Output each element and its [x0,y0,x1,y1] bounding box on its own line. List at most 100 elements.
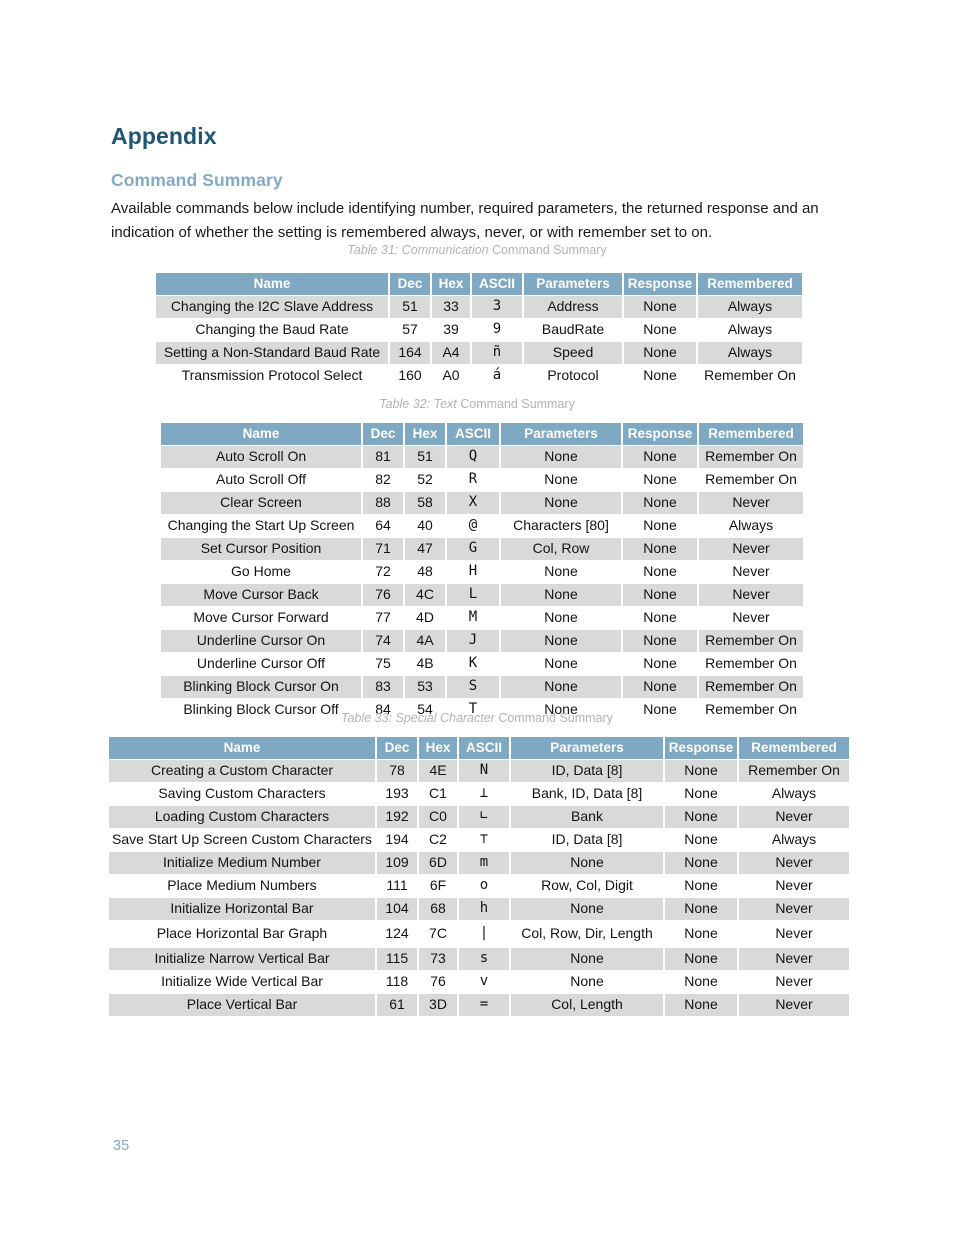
cell-ascii: Q [447,446,499,468]
cell-response: None [623,538,697,560]
cell-remembered: Remember On [699,676,803,698]
cell-hex: 47 [405,538,445,560]
cell-name: Blinking Block Cursor On [161,676,361,698]
column-header-dec: Dec [377,737,417,759]
cell-dec: 192 [377,806,417,828]
cell-remembered: Never [699,538,803,560]
document-page: Appendix Command Summary Available comma… [0,0,954,1235]
cell-ascii: J [447,630,499,652]
table-row: Transmission Protocol Select 160 A0 á Pr… [156,365,802,387]
cell-name: Transmission Protocol Select [156,365,388,387]
page-title: Appendix [111,123,217,150]
cell-response: None [623,446,697,468]
table-row: Initialize Horizontal Bar 104 68 h None … [109,898,849,920]
cell-name: Auto Scroll Off [161,469,361,491]
cell-name: Set Cursor Position [161,538,361,560]
table-header-row: Name Dec Hex ASCII Parameters Response R… [161,423,803,445]
cell-name: Setting a Non-Standard Baud Rate [156,342,388,364]
command-summary-table-special-character: Name Dec Hex ASCII Parameters Response R… [107,736,851,1017]
cell-hex: 68 [419,898,457,920]
column-header-dec: Dec [363,423,403,445]
cell-name: Initialize Horizontal Bar [109,898,375,920]
cell-name: Changing the Start Up Screen [161,515,361,537]
cell-dec: 82 [363,469,403,491]
column-header-dec: Dec [390,273,430,295]
cell-name: Creating a Custom Character [109,760,375,782]
column-header-remembered: Remembered [699,423,803,445]
table-caption-31: Table 31: Communication Command Summary [0,243,954,257]
cell-name: Auto Scroll On [161,446,361,468]
cell-hex: 73 [419,948,457,970]
column-header-response: Response [623,423,697,445]
cell-parameters: BaudRate [524,319,622,341]
column-header-hex: Hex [432,273,470,295]
cell-parameters: Col, Row, Dir, Length [511,921,663,947]
cell-hex: A4 [432,342,470,364]
table-caption-31-suffix: Command Summary [488,243,607,257]
table-row: Initialize Wide Vertical Bar 118 76 v No… [109,971,849,993]
table-caption-32-suffix: Command Summary [456,397,575,411]
cell-response: None [665,852,737,874]
column-header-parameters: Parameters [501,423,621,445]
cell-parameters: None [501,584,621,606]
cell-parameters: Protocol [524,365,622,387]
cell-name: Underline Cursor On [161,630,361,652]
column-header-name: Name [156,273,388,295]
cell-ascii-glyph-down-tack: ⊤ [459,829,509,851]
cell-ascii: 3 [472,296,522,318]
cell-hex: 52 [405,469,445,491]
table-row: Place Medium Numbers 111 6F o Row, Col, … [109,875,849,897]
cell-name: Changing the I2C Slave Address [156,296,388,318]
cell-ascii: R [447,469,499,491]
table-row: Auto Scroll Off 82 52 R None None Rememb… [161,469,803,491]
table-caption-32-label: Table 32: Text [379,397,457,411]
cell-ascii: N [459,760,509,782]
cell-remembered: Never [739,921,849,947]
cell-dec: 124 [377,921,417,947]
table-row: Saving Custom Characters 193 C1 ⊥ Bank, … [109,783,849,805]
cell-remembered: Never [739,948,849,970]
cell-hex: 4A [405,630,445,652]
command-summary-table-communication: Name Dec Hex ASCII Parameters Response R… [154,272,804,388]
cell-parameters: Col, Row [501,538,621,560]
cell-response: None [623,584,697,606]
cell-hex: 6F [419,875,457,897]
cell-ascii: K [447,653,499,675]
cell-ascii: H [447,561,499,583]
cell-remembered: Always [739,783,849,805]
cell-dec: 74 [363,630,403,652]
cell-response: None [623,469,697,491]
table-row: Loading Custom Characters 192 C0 ∟ Bank … [109,806,849,828]
cell-name: Go Home [161,561,361,583]
cell-remembered: Always [698,342,802,364]
cell-ascii: h [459,898,509,920]
cell-parameters: None [501,676,621,698]
table-row: Initialize Medium Number 109 6D m None N… [109,852,849,874]
cell-ascii: M [447,607,499,629]
table-row: Auto Scroll On 81 51 Q None None Remembe… [161,446,803,468]
cell-parameters: None [501,492,621,514]
cell-dec: 72 [363,561,403,583]
cell-ascii: v [459,971,509,993]
cell-remembered: Remember On [699,469,803,491]
cell-dec: 115 [377,948,417,970]
cell-name: Place Medium Numbers [109,875,375,897]
cell-hex: 51 [405,446,445,468]
cell-remembered: Never [739,806,849,828]
cell-hex: 39 [432,319,470,341]
cell-dec: 88 [363,492,403,514]
cell-name: Initialize Medium Number [109,852,375,874]
cell-response: None [665,971,737,993]
cell-response: None [665,806,737,828]
cell-parameters: None [501,607,621,629]
cell-ascii: á [472,365,522,387]
cell-dec: 71 [363,538,403,560]
cell-response: None [624,296,696,318]
cell-remembered: Remember On [739,760,849,782]
cell-response: None [624,365,696,387]
column-header-hex: Hex [405,423,445,445]
cell-parameters: None [501,469,621,491]
table-row: Place Vertical Bar 61 3D = Col, Length N… [109,994,849,1016]
cell-ascii: | [459,921,509,947]
cell-dec: 81 [363,446,403,468]
